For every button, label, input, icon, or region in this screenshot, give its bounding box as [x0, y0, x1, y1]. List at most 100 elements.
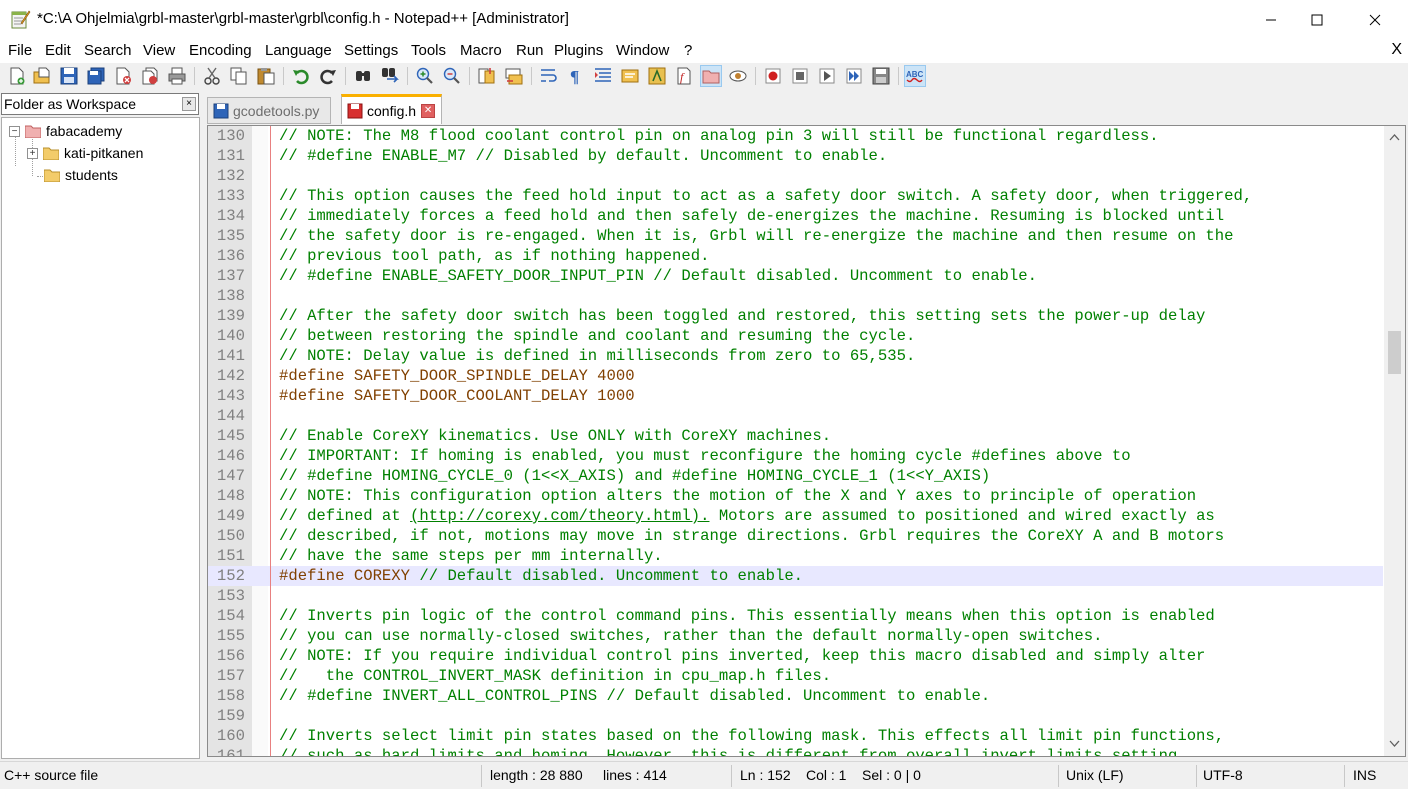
menu-macro[interactable]: Macro [460, 42, 502, 59]
menu-edit[interactable]: Edit [45, 42, 71, 59]
code-line[interactable]: 157 // the CONTROL_INVERT_MASK definition… [208, 666, 1383, 686]
run-macro-multiple-icon[interactable] [843, 65, 865, 87]
scroll-down-icon[interactable] [1389, 738, 1400, 749]
new-file-icon[interactable] [6, 65, 28, 87]
find-icon[interactable] [352, 65, 374, 87]
tab-close-icon[interactable]: ✕ [421, 103, 436, 118]
line-text: // Enable CoreXY kinematics. Use ONLY wi… [279, 427, 832, 445]
spell-check-icon[interactable]: ABC [904, 65, 926, 87]
scroll-thumb[interactable] [1388, 331, 1401, 374]
zoom-out-icon[interactable] [441, 65, 463, 87]
minimize-button[interactable] [1248, 0, 1294, 39]
stop-record-icon[interactable] [789, 65, 811, 87]
code-line[interactable]: 160 // Inverts select limit pin states ba… [208, 726, 1383, 746]
status-eol[interactable]: Unix (LF) [1066, 767, 1124, 783]
menu-view[interactable]: View [143, 42, 175, 59]
replace-icon[interactable] [379, 65, 401, 87]
close-document-button[interactable]: X [1391, 41, 1402, 59]
code-line[interactable]: 136 // previous tool path, as if nothing … [208, 246, 1383, 266]
code-line[interactable]: 135 // the safety door is re-engaged. Whe… [208, 226, 1383, 246]
workspace-close-button[interactable]: × [182, 97, 196, 111]
code-line[interactable]: 137 // #define ENABLE_SAFETY_DOOR_INPUT_P… [208, 266, 1383, 286]
code-line[interactable]: 140 // between restoring the spindle and … [208, 326, 1383, 346]
code-line[interactable]: 139 // After the safety door switch has b… [208, 306, 1383, 326]
code-line[interactable]: 141 // NOTE: Delay value is defined in mi… [208, 346, 1383, 366]
close-all-icon[interactable] [139, 65, 161, 87]
close-window-button[interactable] [1352, 0, 1398, 39]
save-all-icon[interactable] [85, 65, 107, 87]
print-icon[interactable] [166, 65, 188, 87]
redo-icon[interactable] [317, 65, 339, 87]
code-line[interactable]: 147 // #define HOMING_CYCLE_0 (1<<X_AXIS)… [208, 466, 1383, 486]
code-line[interactable]: 156 // NOTE: If you require individual co… [208, 646, 1383, 666]
menu-tools[interactable]: Tools [411, 42, 446, 59]
function-list-panel-icon[interactable]: f [673, 65, 695, 87]
code-line[interactable]: 154 // Inverts pin logic of the control c… [208, 606, 1383, 626]
open-file-icon[interactable] [31, 65, 53, 87]
menu-file[interactable]: File [8, 42, 32, 59]
vertical-scrollbar[interactable] [1384, 126, 1405, 756]
doc-map-icon[interactable] [619, 65, 641, 87]
code-line[interactable]: 150 // described, if not, motions may mov… [208, 526, 1383, 546]
function-list-icon[interactable] [646, 65, 668, 87]
copy-icon[interactable] [228, 65, 250, 87]
menu-run[interactable]: Run [516, 42, 544, 59]
code-line[interactable]: 143 #define SAFETY_DOOR_COOLANT_DELAY 100… [208, 386, 1383, 406]
code-line[interactable]: 149 // defined at (http://corexy.com/theo… [208, 506, 1383, 526]
code-line[interactable]: 131 // #define ENABLE_M7 // Disabled by d… [208, 146, 1383, 166]
menu-search[interactable]: Search [84, 42, 132, 59]
code-line[interactable]: 155 // you can use normally-closed switch… [208, 626, 1383, 646]
code-line[interactable]: 142 #define SAFETY_DOOR_SPINDLE_DELAY 400… [208, 366, 1383, 386]
folder-workspace-icon[interactable] [700, 65, 722, 87]
save-macro-icon[interactable] [870, 65, 892, 87]
scroll-up-icon[interactable] [1389, 132, 1400, 143]
code-line[interactable]: 161 // such as hard limits and homing. Ho… [208, 746, 1383, 756]
menu-plugins[interactable]: Plugins [554, 42, 603, 59]
code-line[interactable]: 152 #define COREXY // Default disabled. U… [208, 566, 1383, 586]
close-file-icon[interactable] [112, 65, 134, 87]
code-line[interactable]: 158 // #define INVERT_ALL_CONTROL_PINS //… [208, 686, 1383, 706]
tab-gcodetools[interactable]: gcodetools.py [207, 97, 332, 124]
undo-icon[interactable] [290, 65, 312, 87]
indent-guide-icon[interactable] [592, 65, 614, 87]
url-link[interactable]: (http://corexy.com/theory.html). [410, 507, 709, 525]
maximize-button[interactable] [1294, 0, 1340, 39]
code-lines[interactable]: 130 // NOTE: The M8 flood coolant control… [208, 126, 1383, 756]
code-line[interactable]: 132 [208, 166, 1383, 186]
tab-config[interactable]: config.h ✕ [341, 94, 443, 124]
menu-encoding[interactable]: Encoding [189, 42, 252, 59]
tree-item-fabacademy[interactable]: − fabacademy [9, 121, 122, 141]
word-wrap-icon[interactable] [538, 65, 560, 87]
code-line[interactable]: 151 // have the same steps per mm interna… [208, 546, 1383, 566]
collapse-icon[interactable]: − [9, 125, 20, 137]
record-macro-icon[interactable] [762, 65, 784, 87]
code-line[interactable]: 133 // This option causes the feed hold i… [208, 186, 1383, 206]
zoom-in-icon[interactable] [414, 65, 436, 87]
menu-help[interactable]: ? [684, 42, 692, 59]
menu-window[interactable]: Window [616, 42, 669, 59]
play-macro-icon[interactable] [816, 65, 838, 87]
status-encoding[interactable]: UTF-8 [1203, 767, 1243, 783]
expand-icon[interactable]: + [27, 147, 38, 159]
tree-item-students[interactable]: students [44, 165, 118, 185]
code-line[interactable]: 146 // IMPORTANT: If homing is enabled, y… [208, 446, 1383, 466]
code-line[interactable]: 130 // NOTE: The M8 flood coolant control… [208, 126, 1383, 146]
tree-item-kati-pitkanen[interactable]: + kati-pitkanen [27, 143, 143, 163]
code-line[interactable]: 153 [208, 586, 1383, 606]
code-line[interactable]: 148 // NOTE: This configuration option al… [208, 486, 1383, 506]
show-all-chars-icon[interactable]: ¶ [565, 65, 587, 87]
menu-language[interactable]: Language [265, 42, 332, 59]
code-line[interactable]: 159 [208, 706, 1383, 726]
code-line[interactable]: 145 // Enable CoreXY kinematics. Use ONLY… [208, 426, 1383, 446]
menu-settings[interactable]: Settings [344, 42, 398, 59]
code-line[interactable]: 144 [208, 406, 1383, 426]
sync-horizontal-icon[interactable] [503, 65, 525, 87]
monitoring-icon[interactable] [727, 65, 749, 87]
code-line[interactable]: 138 [208, 286, 1383, 306]
cut-icon[interactable] [201, 65, 223, 87]
sync-vertical-icon[interactable] [476, 65, 498, 87]
paste-icon[interactable] [255, 65, 277, 87]
code-editor[interactable]: 130 // NOTE: The M8 flood coolant control… [207, 125, 1406, 757]
save-icon[interactable] [58, 65, 80, 87]
code-line[interactable]: 134 // immediately forces a feed hold and… [208, 206, 1383, 226]
